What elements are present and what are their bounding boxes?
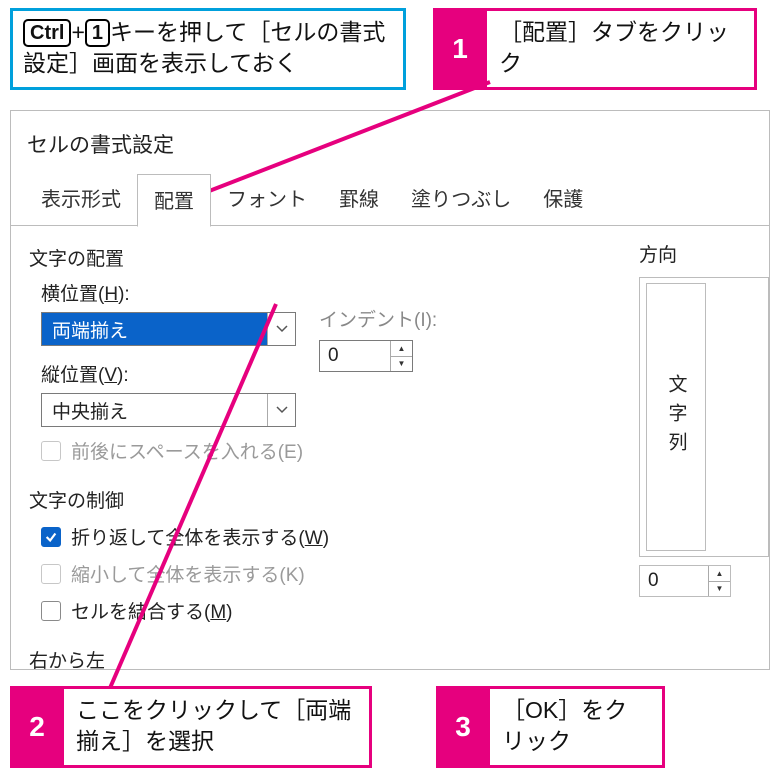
orientation-title: 方向	[639, 240, 769, 267]
space-checkbox-label: 前後にスペースを入れる(E)	[71, 437, 303, 464]
space-checkbox	[41, 441, 61, 461]
step-1-number: 1	[433, 8, 487, 90]
step-3-number: 3	[436, 686, 490, 768]
indent-value[interactable]: 0	[320, 341, 390, 371]
vertical-align-dropdown-icon[interactable]	[267, 394, 295, 426]
orientation-box: 方向 文字列 0 ▲ ▼	[639, 240, 769, 597]
wrap-checkbox-label: 折り返して全体を表示する(W)	[71, 523, 329, 550]
dialog-title: セルの書式設定	[11, 125, 769, 173]
shrink-checkbox-label: 縮小して全体を表示する(K)	[71, 560, 305, 587]
orientation-vertical-sample[interactable]: 文字列	[646, 283, 706, 551]
tab-protection[interactable]: 保護	[527, 173, 599, 226]
tab-fill[interactable]: 塗りつぶし	[395, 173, 527, 226]
step-3-callout: 3 ［OK］をクリック	[436, 686, 665, 768]
step-2-callout: 2 ここをクリックして［両端揃え］を選択	[10, 686, 372, 768]
alignment-panel: 文字の配置 横位置(H): 両端揃え インデント(I): 0 ▲ ▼ 縦位置(V…	[11, 226, 769, 666]
plus-sign: +	[71, 19, 84, 45]
indent-label: インデント(I):	[319, 305, 437, 332]
tab-alignment[interactable]: 配置	[137, 174, 211, 227]
orientation-preview[interactable]: 文字列	[639, 277, 769, 557]
kbd-1: 1	[85, 19, 110, 47]
horizontal-align-combo[interactable]: 両端揃え	[41, 312, 296, 346]
step-1-callout: 1 ［配置］タブをクリック	[433, 8, 757, 90]
tab-strip: 表示形式 配置 フォント 罫線 塗りつぶし 保護	[11, 173, 769, 226]
orientation-angle-spinner[interactable]: 0 ▲ ▼	[639, 565, 731, 597]
step-3-text: ［OK］をクリック	[490, 686, 665, 768]
indent-spinner[interactable]: 0 ▲ ▼	[319, 340, 413, 372]
merge-checkbox[interactable]	[41, 601, 61, 621]
tab-number-format[interactable]: 表示形式	[25, 173, 137, 226]
tab-font[interactable]: フォント	[211, 173, 323, 226]
vertical-align-value[interactable]: 中央揃え	[42, 394, 267, 426]
indent-down-icon[interactable]: ▼	[391, 357, 412, 372]
step-1-text: ［配置］タブをクリック	[487, 8, 757, 90]
step-2-text: ここをクリックして［両端揃え］を選択	[64, 686, 372, 768]
angle-down-icon[interactable]: ▼	[709, 582, 730, 597]
horizontal-align-dropdown-icon[interactable]	[267, 313, 295, 345]
format-cells-dialog: セルの書式設定 表示形式 配置 フォント 罫線 塗りつぶし 保護 文字の配置 横…	[10, 110, 770, 670]
angle-up-icon[interactable]: ▲	[709, 566, 730, 582]
shrink-checkbox	[41, 564, 61, 584]
tab-border[interactable]: 罫線	[323, 173, 395, 226]
step-2-number: 2	[10, 686, 64, 768]
instruction-ctrl1: Ctrl+1キーを押して［セルの書式設定］画面を表示しておく	[10, 8, 406, 90]
orientation-angle-value[interactable]: 0	[640, 566, 708, 596]
merge-checkbox-row[interactable]: セルを結合する(M)	[41, 597, 751, 624]
rtl-section: 右から左	[29, 646, 751, 670]
horizontal-align-value[interactable]: 両端揃え	[42, 313, 267, 345]
indent-block: インデント(I): 0 ▲ ▼	[319, 305, 437, 372]
indent-up-icon[interactable]: ▲	[391, 341, 412, 357]
kbd-ctrl: Ctrl	[23, 19, 71, 47]
vertical-align-combo[interactable]: 中央揃え	[41, 393, 296, 427]
wrap-checkbox[interactable]	[41, 527, 61, 547]
merge-checkbox-label: セルを結合する(M)	[71, 597, 232, 624]
